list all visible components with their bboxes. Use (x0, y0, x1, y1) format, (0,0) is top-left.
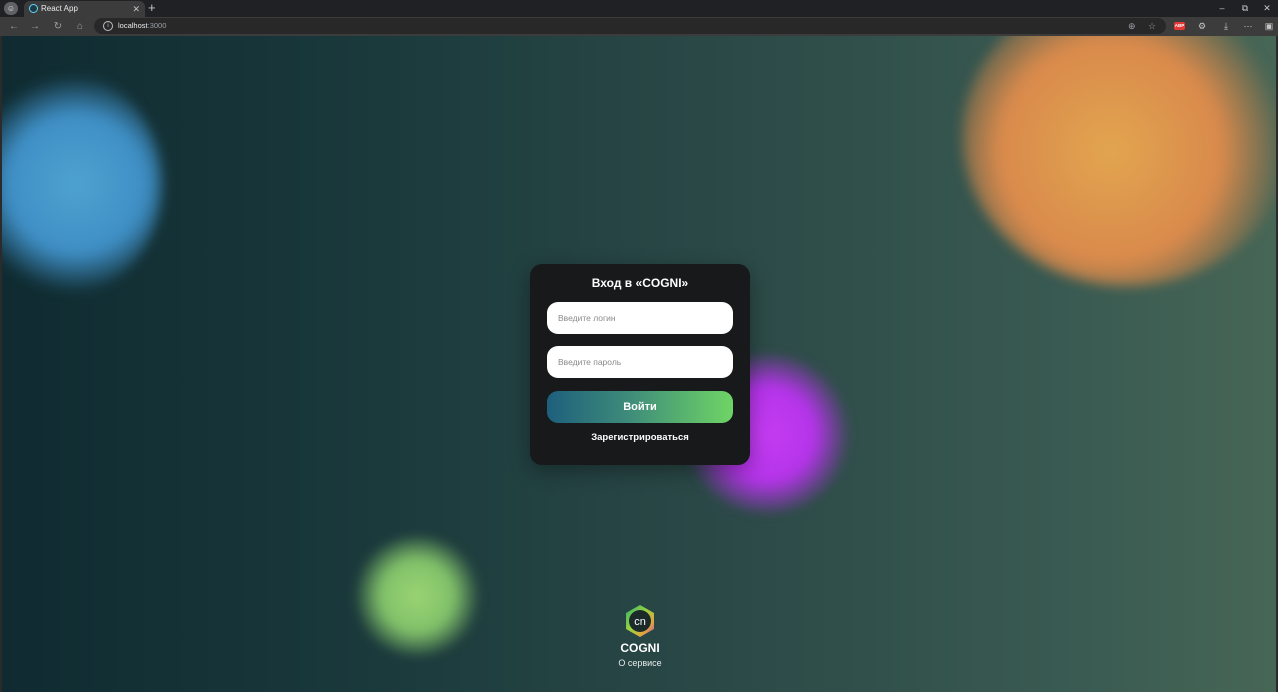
new-tab-button[interactable]: + (148, 0, 156, 16)
extension-icon[interactable]: ABP (1174, 22, 1185, 30)
address-bar[interactable]: i localhost:3000 ⊕ ☆ (94, 18, 1166, 34)
profile-icon[interactable]: ☺ (4, 2, 18, 15)
browser-tab-bar: ☺ React App ✕ + – ⧉ ✕ (0, 0, 1278, 17)
decorative-blob-orange (962, 36, 1276, 286)
login-button[interactable]: Войти (547, 391, 733, 423)
react-favicon-icon (29, 4, 38, 13)
close-window-button[interactable]: ✕ (1256, 1, 1278, 15)
register-link[interactable]: Зарегистрироваться (530, 432, 750, 443)
login-card: Вход в «COGNI» Войти Зарегистрироваться (530, 264, 750, 465)
reload-button[interactable]: ↻ (50, 19, 66, 34)
decorative-blob-green (352, 536, 482, 656)
browser-toolbar: ← → ↻ ⌂ i localhost:3000 ⊕ ☆ ABP ⚙ ⤓ ⋯ ▣ (0, 17, 1278, 36)
password-input[interactable] (547, 346, 733, 378)
logo-text: cn (634, 616, 646, 628)
brand-name: COGNI (620, 641, 660, 655)
zoom-icon[interactable]: ⊕ (1128, 20, 1136, 32)
back-button[interactable]: ← (6, 19, 22, 34)
download-icon[interactable]: ⤓ (1219, 19, 1233, 34)
settings-icon[interactable]: ⚙ (1195, 19, 1209, 34)
url-text[interactable]: localhost:3000 (118, 20, 166, 32)
login-input[interactable] (547, 302, 733, 334)
cogni-logo-icon: cn (626, 605, 654, 637)
brand-footer: cn COGNI О сервисе (600, 604, 680, 668)
login-title: Вход в «COGNI» (591, 276, 689, 290)
page-viewport: Вход в «COGNI» Войти Зарегистрироваться … (2, 36, 1276, 692)
site-info-icon[interactable]: i (103, 21, 113, 31)
menu-icon[interactable]: ⋯ (1241, 19, 1255, 34)
about-link[interactable]: О сервисе (600, 658, 680, 668)
restore-button[interactable]: ⧉ (1234, 1, 1256, 15)
tab-title: React App (41, 4, 78, 13)
sidebar-icon[interactable]: ▣ (1262, 19, 1276, 34)
star-icon[interactable]: ☆ (1148, 20, 1156, 32)
tab-close-icon[interactable]: ✕ (132, 3, 140, 15)
minimize-button[interactable]: – (1211, 1, 1233, 15)
browser-tab[interactable]: React App ✕ (24, 1, 145, 17)
decorative-blob-blue (2, 74, 162, 294)
forward-button[interactable]: → (27, 19, 43, 34)
home-button[interactable]: ⌂ (72, 19, 88, 34)
